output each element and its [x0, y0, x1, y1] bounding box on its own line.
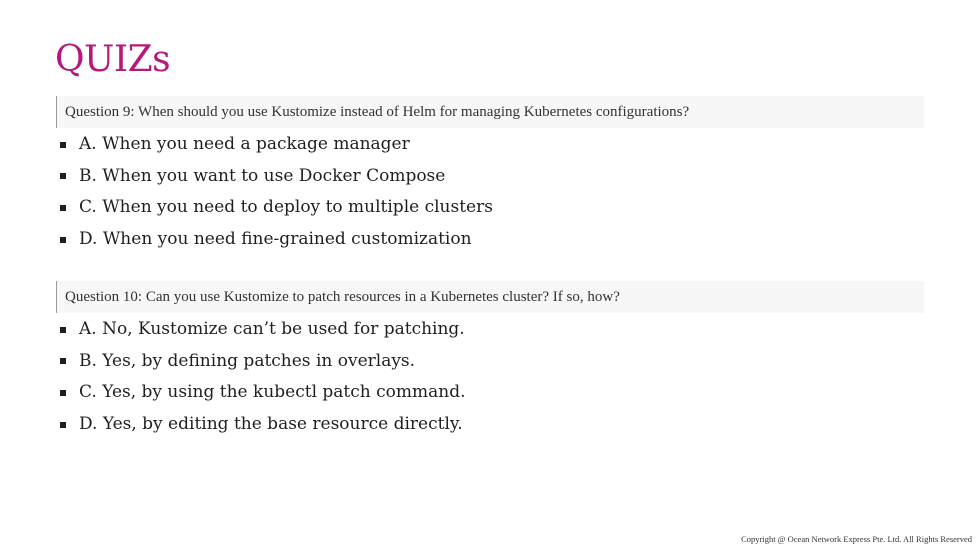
bullet-icon	[60, 204, 66, 211]
option-c: C. Yes, by using the kubectl patch comma…	[60, 377, 466, 409]
bullet-icon	[60, 358, 66, 365]
bullet-icon	[60, 236, 66, 243]
option-label: D. Yes, by editing the base resource dir…	[79, 414, 463, 435]
question-10: Question 10: Can you use Kustomize to pa…	[56, 281, 924, 313]
option-d: D. Yes, by editing the base resource dir…	[60, 409, 466, 441]
copyright-footer: Copyright @ Ocean Network Express Pte. L…	[741, 534, 972, 544]
option-label: C. Yes, by using the kubectl patch comma…	[79, 382, 466, 403]
option-a: A. When you need a package manager	[60, 129, 493, 161]
option-b: B. Yes, by defining patches in overlays.	[60, 346, 466, 378]
option-label: C. When you need to deploy to multiple c…	[79, 197, 493, 218]
option-label: B. Yes, by defining patches in overlays.	[79, 350, 416, 371]
question-9: Question 9: When should you use Kustomiz…	[56, 96, 924, 128]
bullet-icon	[60, 389, 66, 396]
option-b: B. When you want to use Docker Compose	[60, 161, 493, 193]
option-d: D. When you need fine-grained customizat…	[60, 224, 493, 256]
option-label: D. When you need fine-grained customizat…	[79, 229, 472, 250]
bullet-icon	[60, 173, 66, 180]
option-a: A. No, Kustomize can’t be used for patch…	[60, 314, 466, 346]
bullet-icon	[60, 326, 66, 333]
option-label: A. When you need a package manager	[79, 134, 410, 154]
option-label: B. When you want to use Docker Compose	[79, 165, 446, 186]
bullet-icon	[60, 421, 66, 428]
question-10-options: A. No, Kustomize can’t be used for patch…	[60, 314, 466, 441]
bullet-icon	[60, 141, 66, 148]
option-c: C. When you need to deploy to multiple c…	[60, 192, 493, 224]
question-9-options: A. When you need a package manager B. Wh…	[60, 129, 493, 256]
page-title: QUIZs	[55, 39, 171, 80]
option-label: A. No, Kustomize can’t be used for patch…	[79, 319, 465, 339]
